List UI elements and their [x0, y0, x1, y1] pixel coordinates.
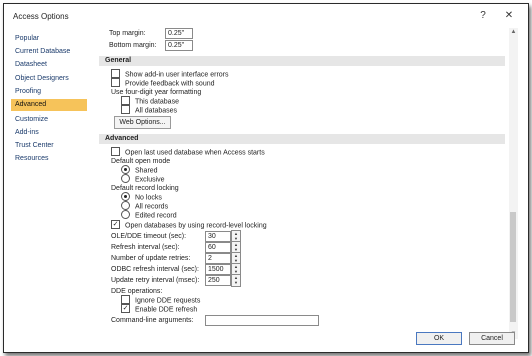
update-retry-interval-label: Update retry interval (msec):: [111, 277, 200, 284]
edited-record-radio[interactable]: [121, 210, 130, 219]
nav-item-proofing[interactable]: Proofing: [11, 86, 87, 98]
dialog-title: Access Options: [13, 12, 69, 21]
command-line-field[interactable]: [205, 315, 319, 326]
access-options-dialog: Access Options ? ✕ Popular Current Datab…: [3, 3, 529, 353]
enable-dde-refresh-checkbox[interactable]: ✓: [121, 304, 130, 313]
bottom-margin-label: Bottom margin:: [109, 42, 157, 49]
refresh-interval-label: Refresh interval (sec):: [111, 244, 180, 251]
nav-item-trust-center[interactable]: Trust Center: [11, 140, 87, 152]
update-retry-interval-spinner[interactable]: ▲ ▼: [231, 274, 241, 287]
update-retry-interval-field[interactable]: 250: [205, 275, 231, 286]
update-retries-label: Number of update retries:: [111, 255, 191, 262]
shared-radio[interactable]: [121, 165, 130, 174]
ole-timeout-field[interactable]: 30: [205, 231, 231, 242]
nav-item-resources[interactable]: Resources: [11, 153, 87, 165]
edited-record-option[interactable]: Edited record: [121, 210, 177, 221]
close-icon[interactable]: ✕: [502, 10, 516, 22]
nav-item-advanced[interactable]: Advanced: [11, 99, 87, 111]
update-retries-field[interactable]: 2: [205, 253, 231, 264]
section-general: General: [99, 56, 505, 66]
section-advanced: Advanced: [99, 134, 505, 144]
options-nav: Popular Current Database Datasheet Objec…: [11, 31, 91, 339]
content-scrollbar[interactable]: ▲ ▼: [509, 28, 518, 339]
ole-timeout-label: OLE/DDE timeout (sec):: [111, 233, 187, 240]
record-level-locking-checkbox[interactable]: ✓: [111, 220, 120, 229]
odbc-refresh-label: ODBC refresh interval (sec):: [111, 266, 199, 273]
top-margin-field[interactable]: 0.25": [165, 28, 193, 39]
scroll-up-icon[interactable]: ▲: [509, 28, 518, 37]
provide-feedback-checkbox[interactable]: [111, 78, 120, 87]
nav-item-popular[interactable]: Popular: [11, 33, 87, 45]
web-options-button[interactable]: Web Options...: [114, 116, 171, 129]
ignore-dde-checkbox[interactable]: [121, 295, 130, 304]
refresh-interval-field[interactable]: 60: [205, 242, 231, 253]
cancel-button[interactable]: Cancel: [469, 332, 515, 345]
bottom-margin-field[interactable]: 0.25": [165, 40, 193, 51]
all-databases-option[interactable]: All databases: [121, 105, 177, 116]
nav-item-current-database[interactable]: Current Database: [11, 46, 87, 58]
scroll-thumb[interactable]: [510, 212, 516, 322]
nav-item-object-designers[interactable]: Object Designers: [11, 73, 87, 85]
nav-item-add-ins[interactable]: Add-ins: [11, 127, 87, 139]
record-level-locking-option[interactable]: ✓ Open databases by using record-level lo…: [111, 220, 267, 231]
nav-item-datasheet[interactable]: Datasheet: [11, 59, 87, 71]
ok-button[interactable]: OK: [416, 332, 462, 345]
command-line-label: Command-line arguments:: [111, 317, 194, 324]
this-database-checkbox[interactable]: [121, 96, 130, 105]
title-bar: Access Options ? ✕: [4, 4, 528, 28]
show-addin-errors-checkbox[interactable]: [111, 69, 120, 78]
no-locks-radio[interactable]: [121, 192, 130, 201]
odbc-refresh-field[interactable]: 1500: [205, 264, 231, 275]
open-last-used-checkbox[interactable]: [111, 147, 120, 156]
exclusive-radio[interactable]: [121, 174, 130, 183]
all-records-radio[interactable]: [121, 201, 130, 210]
enable-dde-refresh-option[interactable]: ✓ Enable DDE refresh: [121, 304, 197, 315]
all-databases-checkbox[interactable]: [121, 105, 130, 114]
top-margin-label: Top margin:: [109, 30, 146, 37]
nav-item-customize[interactable]: Customize: [11, 114, 87, 126]
help-icon[interactable]: ?: [476, 10, 490, 22]
options-content: Top margin: 0.25" Bottom margin: 0.25" G…: [99, 28, 508, 339]
